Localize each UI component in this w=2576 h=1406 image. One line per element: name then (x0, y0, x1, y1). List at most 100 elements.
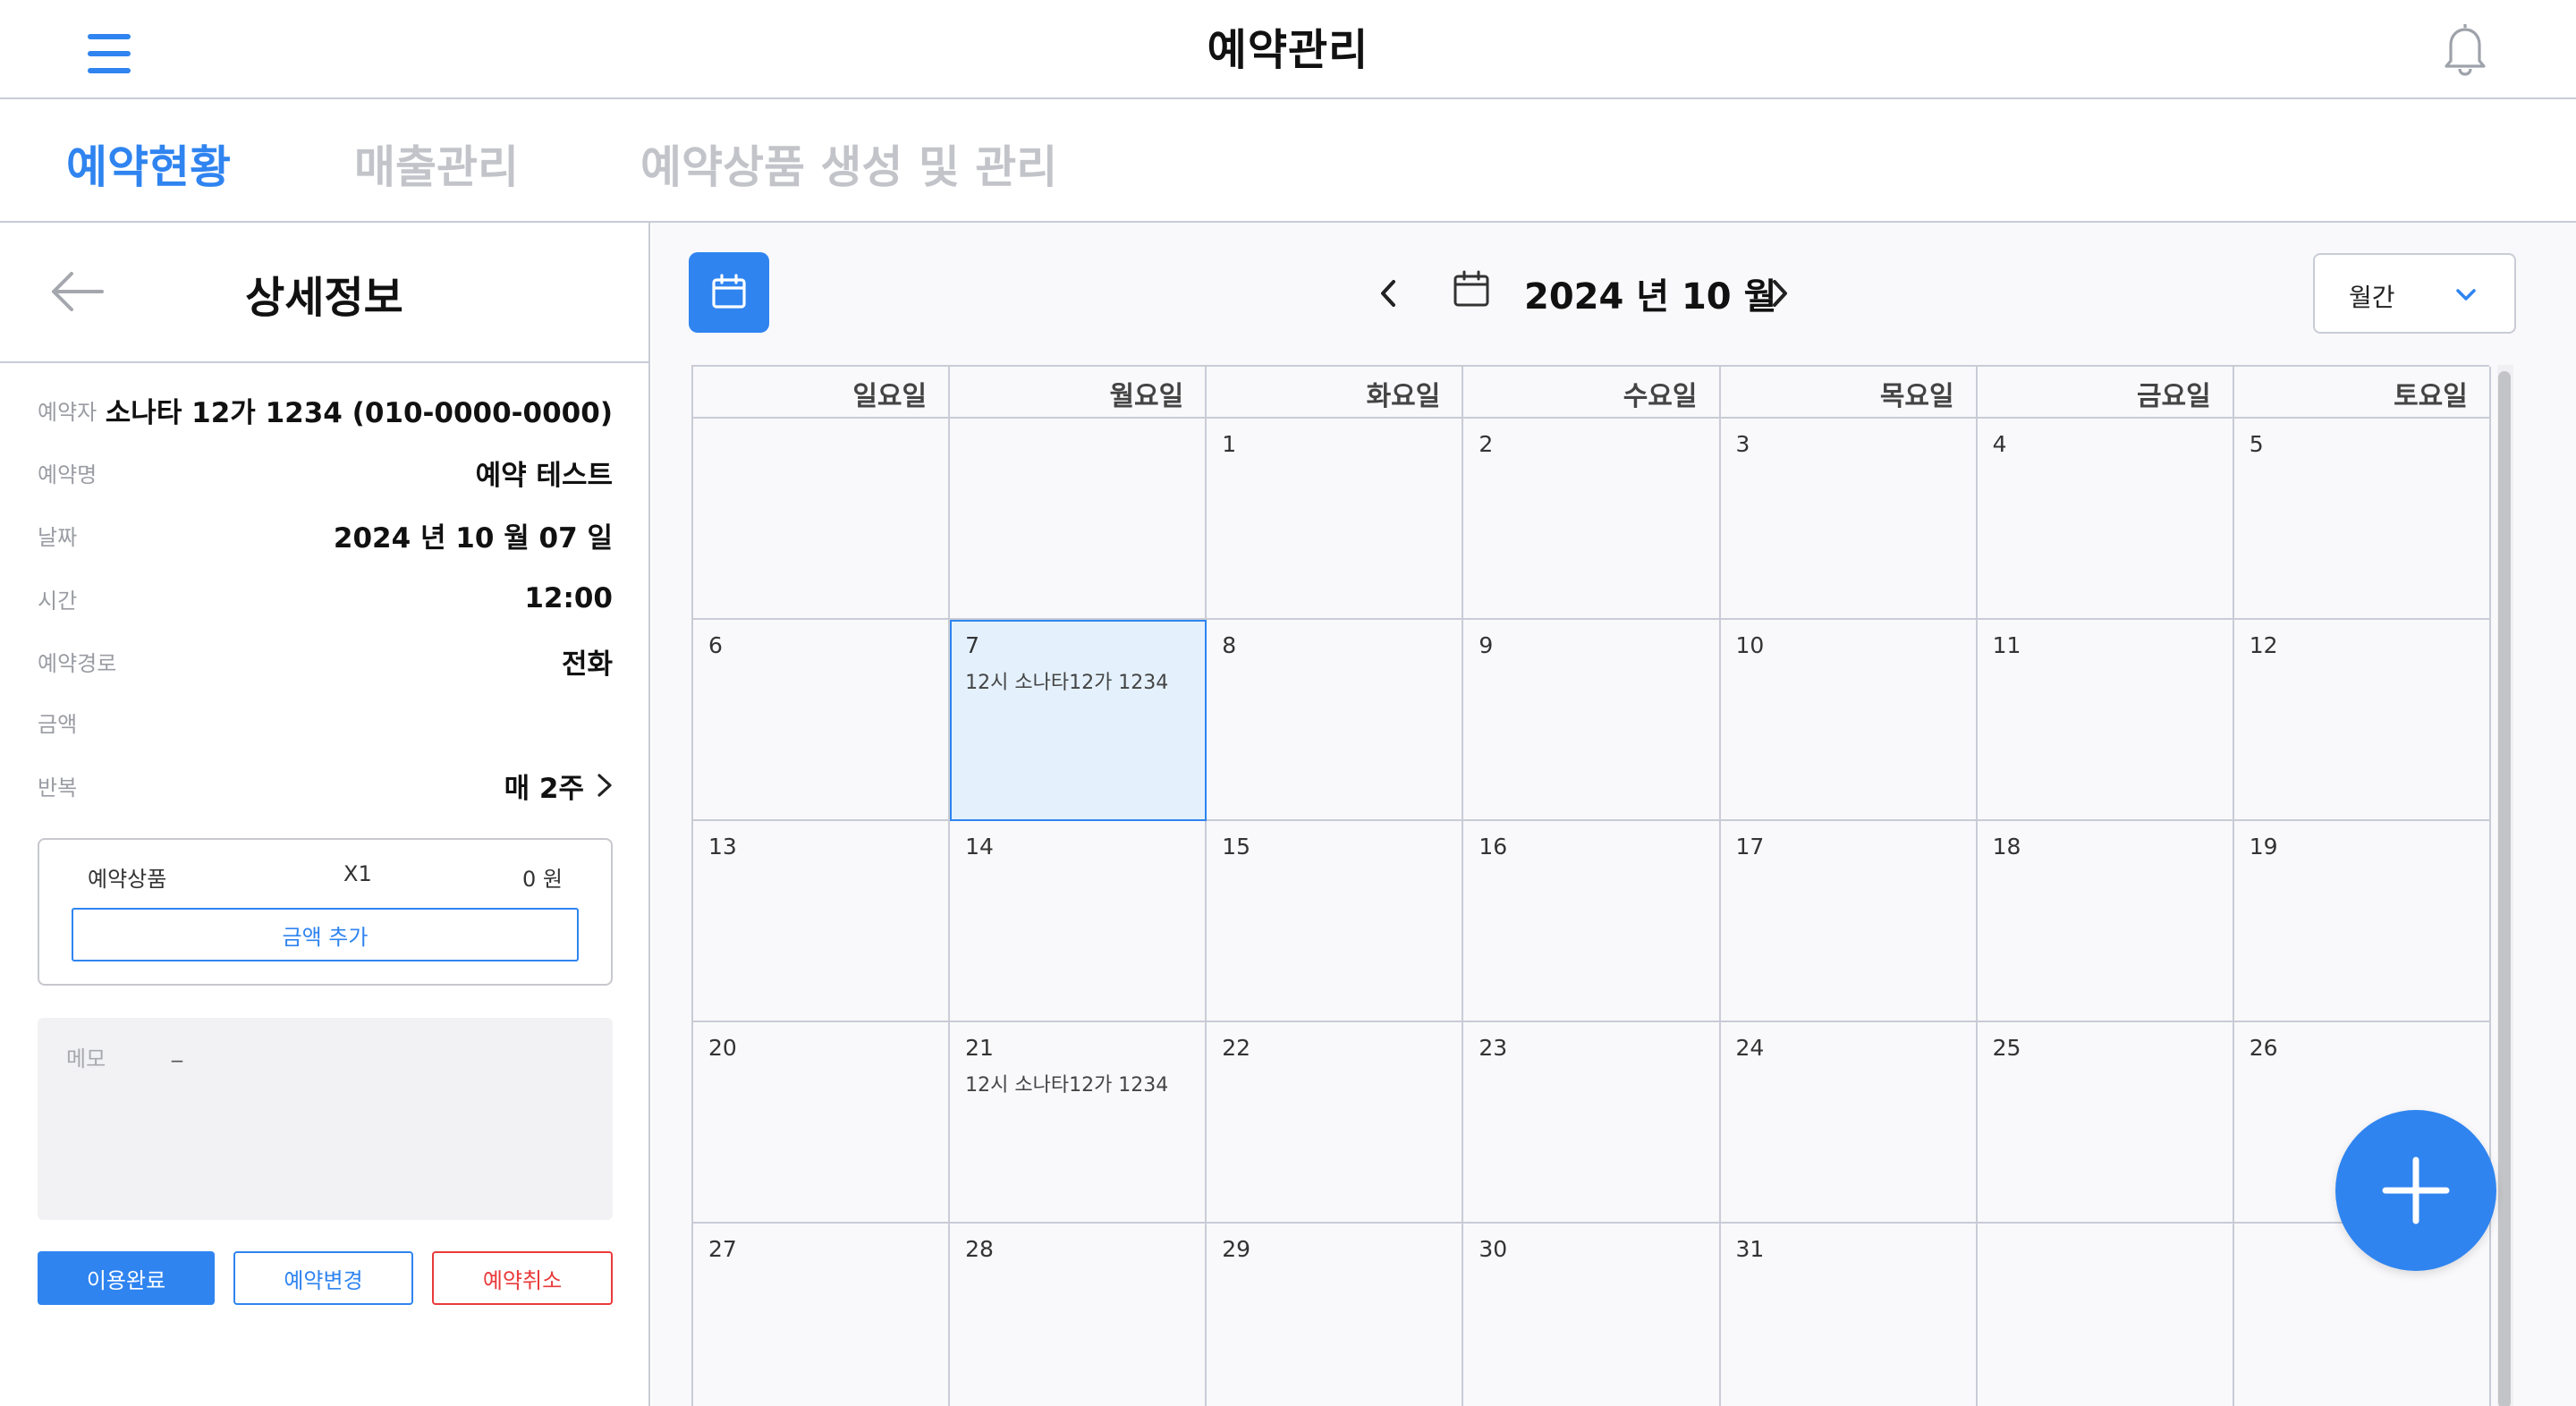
info-row-time: 시간 12:00 (38, 580, 613, 616)
calendar-day-25[interactable]: 25 (1977, 1022, 2234, 1224)
calendar-day-7[interactable]: 7 12시 소나타12가 1234 (950, 620, 1208, 821)
info-value: 매 2주 (504, 772, 584, 805)
day-number: 12 (2249, 632, 2278, 658)
cancel-reservation-button[interactable]: 예약취소 (432, 1251, 613, 1305)
day-number: 25 (1992, 1035, 2021, 1061)
view-mode-select[interactable]: 월간 (2313, 253, 2516, 334)
info-value: 소나타 12가 1234 (010-0000-0000) (105, 396, 613, 429)
calendar-day-1[interactable]: 1 (1207, 419, 1464, 620)
calendar-day-4[interactable]: 4 (1977, 419, 2234, 620)
day-number: 6 (708, 632, 723, 658)
weekday-label: 화요일 (1207, 367, 1464, 419)
calendar-cell-empty[interactable] (693, 419, 951, 620)
scrollbar-thumb[interactable] (2498, 371, 2511, 1406)
calendar-day-13[interactable]: 13 (693, 821, 951, 1022)
tab-reservation-status[interactable]: 예약현황 (66, 131, 231, 196)
weekday-header: 일요일 월요일 화요일 수요일 목요일 금요일 토요일 (693, 367, 2491, 419)
chevron-right-icon[interactable] (1770, 278, 1790, 309)
day-number: 7 (965, 632, 980, 658)
calendar-day-8[interactable]: 8 (1207, 620, 1464, 821)
calendar-day-18[interactable]: 18 (1977, 821, 2234, 1022)
calendar-day-5[interactable]: 5 (2233, 419, 2491, 620)
bell-icon[interactable] (2438, 20, 2492, 77)
day-number: 9 (1479, 632, 1494, 658)
product-name: 예약상품 (88, 867, 167, 892)
info-label: 예약자 (38, 399, 97, 425)
chevron-left-icon[interactable] (1378, 278, 1398, 309)
complete-button[interactable]: 이용완료 (38, 1251, 215, 1305)
day-number: 26 (2249, 1035, 2278, 1061)
calendar-day-17[interactable]: 17 (1720, 821, 1978, 1022)
calendar-day-24[interactable]: 24 (1720, 1022, 1978, 1224)
month-label: 2024 년 10 월 (1524, 276, 1777, 318)
calendar-day-14[interactable]: 14 (950, 821, 1208, 1022)
calendar-day-21[interactable]: 21 12시 소나타12가 1234 (950, 1022, 1208, 1224)
chevron-right-icon[interactable] (597, 773, 613, 798)
calendar-day-30[interactable]: 30 (1463, 1224, 1721, 1406)
add-price-button[interactable]: 금액 추가 (72, 908, 579, 961)
day-number: 2 (1479, 431, 1494, 457)
info-row-name: 예약명 예약 테스트 (38, 454, 613, 492)
calendar-day-9[interactable]: 9 (1463, 620, 1721, 821)
detail-title: 상세정보 (245, 273, 403, 323)
calendar-day-27[interactable]: 27 (693, 1224, 951, 1406)
day-number: 5 (2249, 431, 2264, 457)
calendar-day-6[interactable]: 6 (693, 620, 951, 821)
calendar-grid: 1 2 3 4 5 6 7 12시 소나타12가 1234 8 9 10 11 12 13 14 15 16 17… (693, 419, 2491, 1406)
day-number: 27 (708, 1236, 737, 1262)
calendar-day-31[interactable]: 31 (1720, 1224, 1978, 1406)
calendar-day-16[interactable]: 16 (1463, 821, 1721, 1022)
calendar-cell-empty[interactable] (950, 419, 1208, 620)
calendar-day-22[interactable]: 22 (1207, 1022, 1464, 1224)
calendar-day-12[interactable]: 12 (2233, 620, 2491, 821)
info-value: 예약 테스트 (475, 459, 613, 492)
calendar-cell-empty[interactable] (1977, 1224, 2234, 1406)
tab-sales-management[interactable]: 매출관리 (354, 131, 519, 196)
info-label: 날짜 (38, 524, 78, 550)
day-number: 17 (1735, 834, 1765, 860)
day-number: 10 (1735, 632, 1765, 658)
calendar-event[interactable]: 12시 소나타12가 1234 (965, 1069, 1168, 1097)
calendar-day-19[interactable]: 19 (2233, 821, 2491, 1022)
weekday-label: 금요일 (1977, 367, 2234, 419)
app-window: 예약관리 예약현황 매출관리 예약상품 생성 및 관리 상세정보 예약자 소나타… (0, 0, 2576, 1406)
day-number: 20 (708, 1035, 737, 1061)
calendar-day-15[interactable]: 15 (1207, 821, 1464, 1022)
calendar-day-28[interactable]: 28 (950, 1224, 1208, 1406)
calendar-day-3[interactable]: 3 (1720, 419, 1978, 620)
memo-box[interactable]: 메모 _ (38, 1018, 613, 1220)
day-number: 30 (1479, 1236, 1508, 1262)
info-value: 12:00 (524, 582, 613, 614)
repeat-value[interactable]: 매 2주 (504, 766, 613, 806)
info-label: 예약경로 (38, 650, 117, 676)
day-number: 1 (1222, 431, 1237, 457)
day-number: 21 (965, 1035, 994, 1061)
calendar-day-29[interactable]: 29 (1207, 1224, 1464, 1406)
calendar-toggle-button[interactable] (689, 252, 769, 333)
calendar-event[interactable]: 12시 소나타12가 1234 (965, 666, 1168, 695)
tab-product-management[interactable]: 예약상품 생성 및 관리 (640, 131, 1057, 196)
day-number: 13 (708, 834, 737, 860)
weekday-label: 일요일 (693, 367, 951, 419)
info-label: 예약명 (38, 462, 97, 487)
day-number: 24 (1735, 1035, 1765, 1061)
info-row-date: 날짜 2024 년 10 월 07 일 (38, 517, 613, 555)
add-reservation-button[interactable] (2335, 1110, 2496, 1271)
info-row-channel: 예약경로 전화 (38, 643, 613, 681)
calendar-day-23[interactable]: 23 (1463, 1022, 1721, 1224)
calendar-day-2[interactable]: 2 (1463, 419, 1721, 620)
calendar-icon (712, 274, 746, 309)
product-box: 예약상품 X1 0 원 금액 추가 (38, 838, 613, 986)
product-qty: X1 (343, 861, 372, 886)
weekday-label: 월요일 (950, 367, 1208, 419)
calendar-day-20[interactable]: 20 (693, 1022, 951, 1224)
calendar-day-10[interactable]: 10 (1720, 620, 1978, 821)
weekday-label: 수요일 (1463, 367, 1721, 419)
calendar-day-11[interactable]: 11 (1977, 620, 2234, 821)
day-number: 14 (965, 834, 994, 860)
day-number: 28 (965, 1236, 994, 1262)
info-row-repeat[interactable]: 반복 매 2주 (38, 766, 613, 806)
day-number: 31 (1735, 1236, 1765, 1262)
change-reservation-button[interactable]: 예약변경 (233, 1251, 413, 1305)
chevron-down-icon (2456, 289, 2476, 301)
